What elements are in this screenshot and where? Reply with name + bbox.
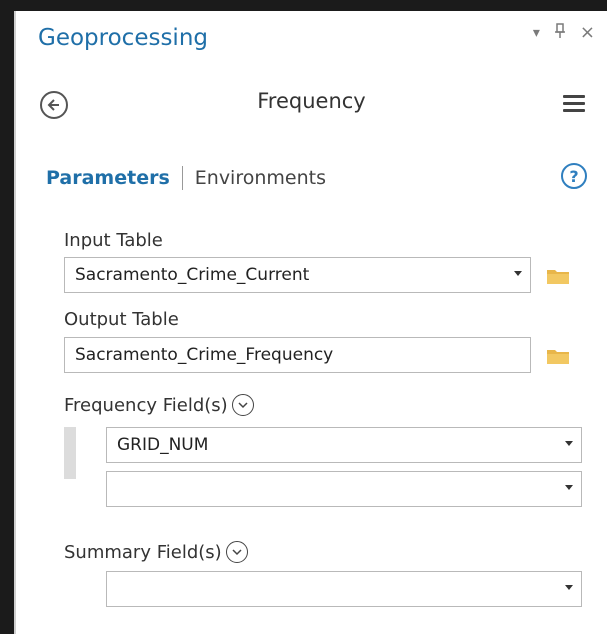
help-icon[interactable]: ? [561, 163, 587, 189]
output-table-label: Output Table [64, 309, 179, 330]
summary-field-select-1[interactable] [106, 571, 582, 607]
expand-chevron-icon[interactable] [231, 394, 254, 416]
close-icon[interactable]: × [580, 24, 595, 42]
tab-environments[interactable]: Environments [195, 167, 326, 189]
frequency-fields-label: Frequency Field(s) [64, 394, 228, 416]
hamburger-menu-icon[interactable] [563, 95, 585, 113]
frequency-field-value-1: GRID_NUM [117, 435, 209, 455]
tab-parameters[interactable]: Parameters [46, 167, 170, 189]
chevron-down-icon [565, 585, 573, 590]
window-controls: ▾ × [533, 23, 595, 43]
tab-bar: Parameters Environments [46, 166, 326, 190]
input-table-select[interactable]: Sacramento_Crime_Current [64, 257, 531, 293]
summary-fields-label: Summary Field(s) [64, 541, 222, 563]
dropdown-caret-icon[interactable]: ▾ [533, 26, 540, 40]
pane-title: Geoprocessing [38, 25, 208, 51]
pin-icon[interactable] [554, 23, 566, 43]
summary-fields-header: Summary Field(s) [64, 541, 248, 563]
folder-icon[interactable] [546, 267, 570, 285]
frequency-field-select-2[interactable] [106, 471, 582, 507]
input-table-label: Input Table [64, 230, 163, 251]
geoprocessing-pane: Geoprocessing ▾ × Frequency Parameters E… [14, 11, 607, 634]
tool-title: Frequency [257, 89, 366, 113]
frequency-fields-header: Frequency Field(s) [64, 394, 254, 416]
chevron-down-icon [514, 271, 522, 276]
expand-chevron-icon[interactable] [225, 541, 248, 563]
tab-divider [181, 166, 183, 190]
chevron-down-icon [565, 441, 573, 446]
folder-icon[interactable] [546, 347, 570, 365]
frequency-field-select-1[interactable]: GRID_NUM [106, 427, 582, 463]
output-table-value: Sacramento_Crime_Frequency [75, 345, 334, 365]
chevron-down-icon [565, 485, 573, 490]
output-table-input[interactable]: Sacramento_Crime_Frequency [64, 337, 531, 373]
input-table-value: Sacramento_Crime_Current [75, 265, 310, 285]
drag-handle[interactable] [64, 427, 76, 479]
